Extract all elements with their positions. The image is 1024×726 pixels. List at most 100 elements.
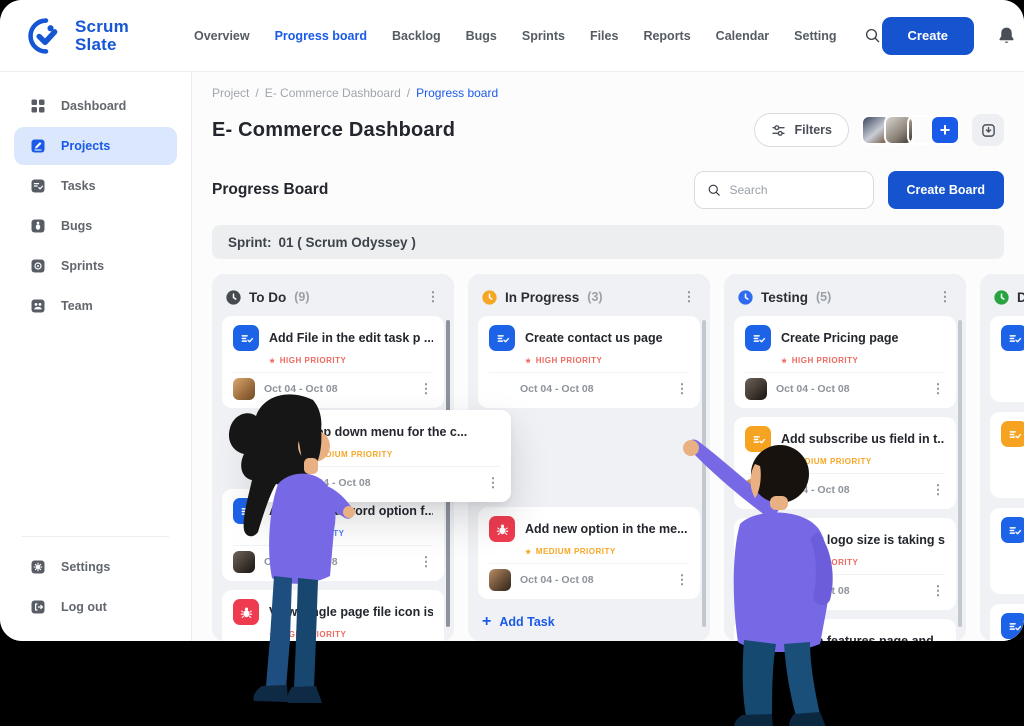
- card-menu-icon[interactable]: [931, 380, 945, 398]
- bell-icon[interactable]: [996, 25, 1017, 46]
- sprint-value: 01 ( Scrum Odyssey ): [279, 235, 416, 250]
- task-card[interactable]: Header logo size is taking s... HIGH PRI…: [734, 518, 956, 610]
- breadcrumb-dashboard[interactable]: E- Commerce Dashboard: [265, 86, 401, 100]
- sidebar-item-dashboard[interactable]: Dashboard: [14, 87, 177, 125]
- drop-gap: [478, 417, 700, 507]
- add-task-button[interactable]: + Add Task: [478, 608, 700, 638]
- add-member-button[interactable]: +: [930, 115, 960, 145]
- nav-sprints[interactable]: Sprints: [522, 29, 565, 43]
- create-button[interactable]: Create: [882, 17, 974, 55]
- sidebar-item-label: Tasks: [61, 179, 96, 193]
- task-icon: [233, 498, 259, 524]
- sidebar-item-projects[interactable]: Projects: [14, 127, 177, 165]
- star-icon: [781, 558, 788, 567]
- sidebar-item-sprints[interactable]: Sprints: [14, 247, 177, 285]
- card-menu-icon[interactable]: [931, 481, 945, 499]
- task-title: View single page file icon is n...: [269, 605, 433, 619]
- card-menu-icon[interactable]: [675, 571, 689, 589]
- task-icon: [233, 325, 259, 351]
- task-card[interactable]: Add subscribe us field in t... MEDIUM PR…: [734, 417, 956, 509]
- sidebar-item-tasks[interactable]: Tasks: [14, 167, 177, 205]
- search-input[interactable]: [730, 183, 861, 197]
- sidebar-item-team[interactable]: Team: [14, 287, 177, 325]
- card-divider: [233, 372, 433, 373]
- task-card[interactable]: [990, 316, 1024, 402]
- date-range: Oct 04 - Oct 08: [520, 383, 594, 395]
- task-title: Add File in the edit task p ...: [269, 331, 433, 345]
- assignee-avatar[interactable]: [745, 479, 767, 501]
- nav-backlog[interactable]: Backlog: [392, 29, 441, 43]
- column-title: Testing: [761, 290, 808, 305]
- task-icon: [745, 325, 771, 351]
- nav-bugs[interactable]: Bugs: [466, 29, 497, 43]
- nav-setting[interactable]: Setting: [794, 29, 836, 43]
- task-card[interactable]: Add new option in the me... MEDIUM PRIOR…: [478, 507, 700, 599]
- column-done: Done: [980, 274, 1024, 641]
- add-task-label: Add Task: [499, 615, 554, 629]
- sidebar-item-label: Projects: [61, 139, 110, 153]
- task-card[interactable]: Update features page and... HIGH PRIORIT…: [734, 619, 956, 641]
- sidebar-item-logout[interactable]: Log out: [14, 588, 177, 626]
- clock-icon: [482, 290, 497, 305]
- assignee-avatar[interactable]: [745, 378, 767, 400]
- clock-icon: [738, 290, 753, 305]
- assignee-avatar[interactable]: [489, 378, 511, 400]
- task-icon: [489, 325, 515, 351]
- sprint-banner: Sprint: 01 ( Scrum Odyssey ): [212, 225, 1004, 259]
- board-search[interactable]: [694, 171, 874, 209]
- main-content: Project / E- Commerce Dashboard / Progre…: [192, 72, 1024, 641]
- task-card[interactable]: [990, 604, 1024, 641]
- card-menu-icon[interactable]: [675, 380, 689, 398]
- card-menu-icon[interactable]: [419, 380, 433, 398]
- nav-files[interactable]: Files: [590, 29, 619, 43]
- task-icon: [1001, 613, 1024, 639]
- topbar: Scrum Slate Overview Progress board Back…: [0, 0, 1024, 72]
- column-menu-icon[interactable]: [426, 288, 440, 306]
- assignee-avatar[interactable]: [266, 472, 288, 494]
- dragged-task-card[interactable]: Drop down menu for the c... MEDIUM PRIOR…: [255, 410, 511, 502]
- nav-calendar[interactable]: Calendar: [716, 29, 770, 43]
- task-card[interactable]: [990, 508, 1024, 594]
- nav-reports[interactable]: Reports: [643, 29, 690, 43]
- assignee-avatar[interactable]: [489, 569, 511, 591]
- task-card[interactable]: [990, 412, 1024, 498]
- logo[interactable]: Scrum Slate: [26, 16, 194, 56]
- sidebar-item-bugs[interactable]: Bugs: [14, 207, 177, 245]
- column-title: To Do: [249, 290, 286, 305]
- bug-icon: [233, 599, 259, 625]
- column-menu-icon[interactable]: [682, 288, 696, 306]
- search-icon: [707, 183, 722, 198]
- tasks-icon: [30, 178, 46, 194]
- nav-progress-board[interactable]: Progress board: [275, 29, 367, 43]
- filters-button[interactable]: Filters: [754, 113, 849, 147]
- card-menu-icon[interactable]: [486, 474, 500, 492]
- sprint-label: Sprint:: [228, 235, 272, 250]
- sprints-icon: [30, 258, 46, 274]
- plus-icon: +: [482, 614, 491, 630]
- assignee-avatar[interactable]: [233, 551, 255, 573]
- breadcrumb-progress-board[interactable]: Progress board: [416, 86, 498, 100]
- column-menu-icon[interactable]: [938, 288, 952, 306]
- card-menu-icon[interactable]: [931, 582, 945, 600]
- task-card[interactable]: Create contact us page HIGH PRIORITY Oct…: [478, 316, 700, 408]
- breadcrumb-project[interactable]: Project: [212, 86, 249, 100]
- archive-button[interactable]: [972, 114, 1004, 146]
- priority-badge: HIGH PRIORITY: [781, 558, 945, 567]
- star-icon: [781, 457, 788, 466]
- card-divider: [745, 473, 945, 474]
- task-card[interactable]: View single page file icon is n... HIGH …: [222, 590, 444, 641]
- logout-icon: [30, 599, 46, 615]
- card-menu-icon[interactable]: [419, 553, 433, 571]
- star-icon: [781, 356, 788, 365]
- date-range: Oct 04 - Oct 08: [264, 383, 338, 395]
- create-board-button[interactable]: Create Board: [888, 171, 1005, 209]
- task-card[interactable]: Create Pricing page HIGH PRIORITY Oct 04…: [734, 316, 956, 408]
- task-card[interactable]: Add File in the edit task p ... HIGH PRI…: [222, 316, 444, 408]
- task-card[interactable]: Add pdf and word option f... LOW PRIORIT…: [222, 489, 444, 581]
- nav-overview[interactable]: Overview: [194, 29, 250, 43]
- search-icon[interactable]: [864, 27, 882, 45]
- sidebar-item-settings[interactable]: Settings: [14, 548, 177, 586]
- assignee-avatar[interactable]: [745, 580, 767, 602]
- card-divider: [745, 574, 945, 575]
- assignee-avatar[interactable]: [233, 378, 255, 400]
